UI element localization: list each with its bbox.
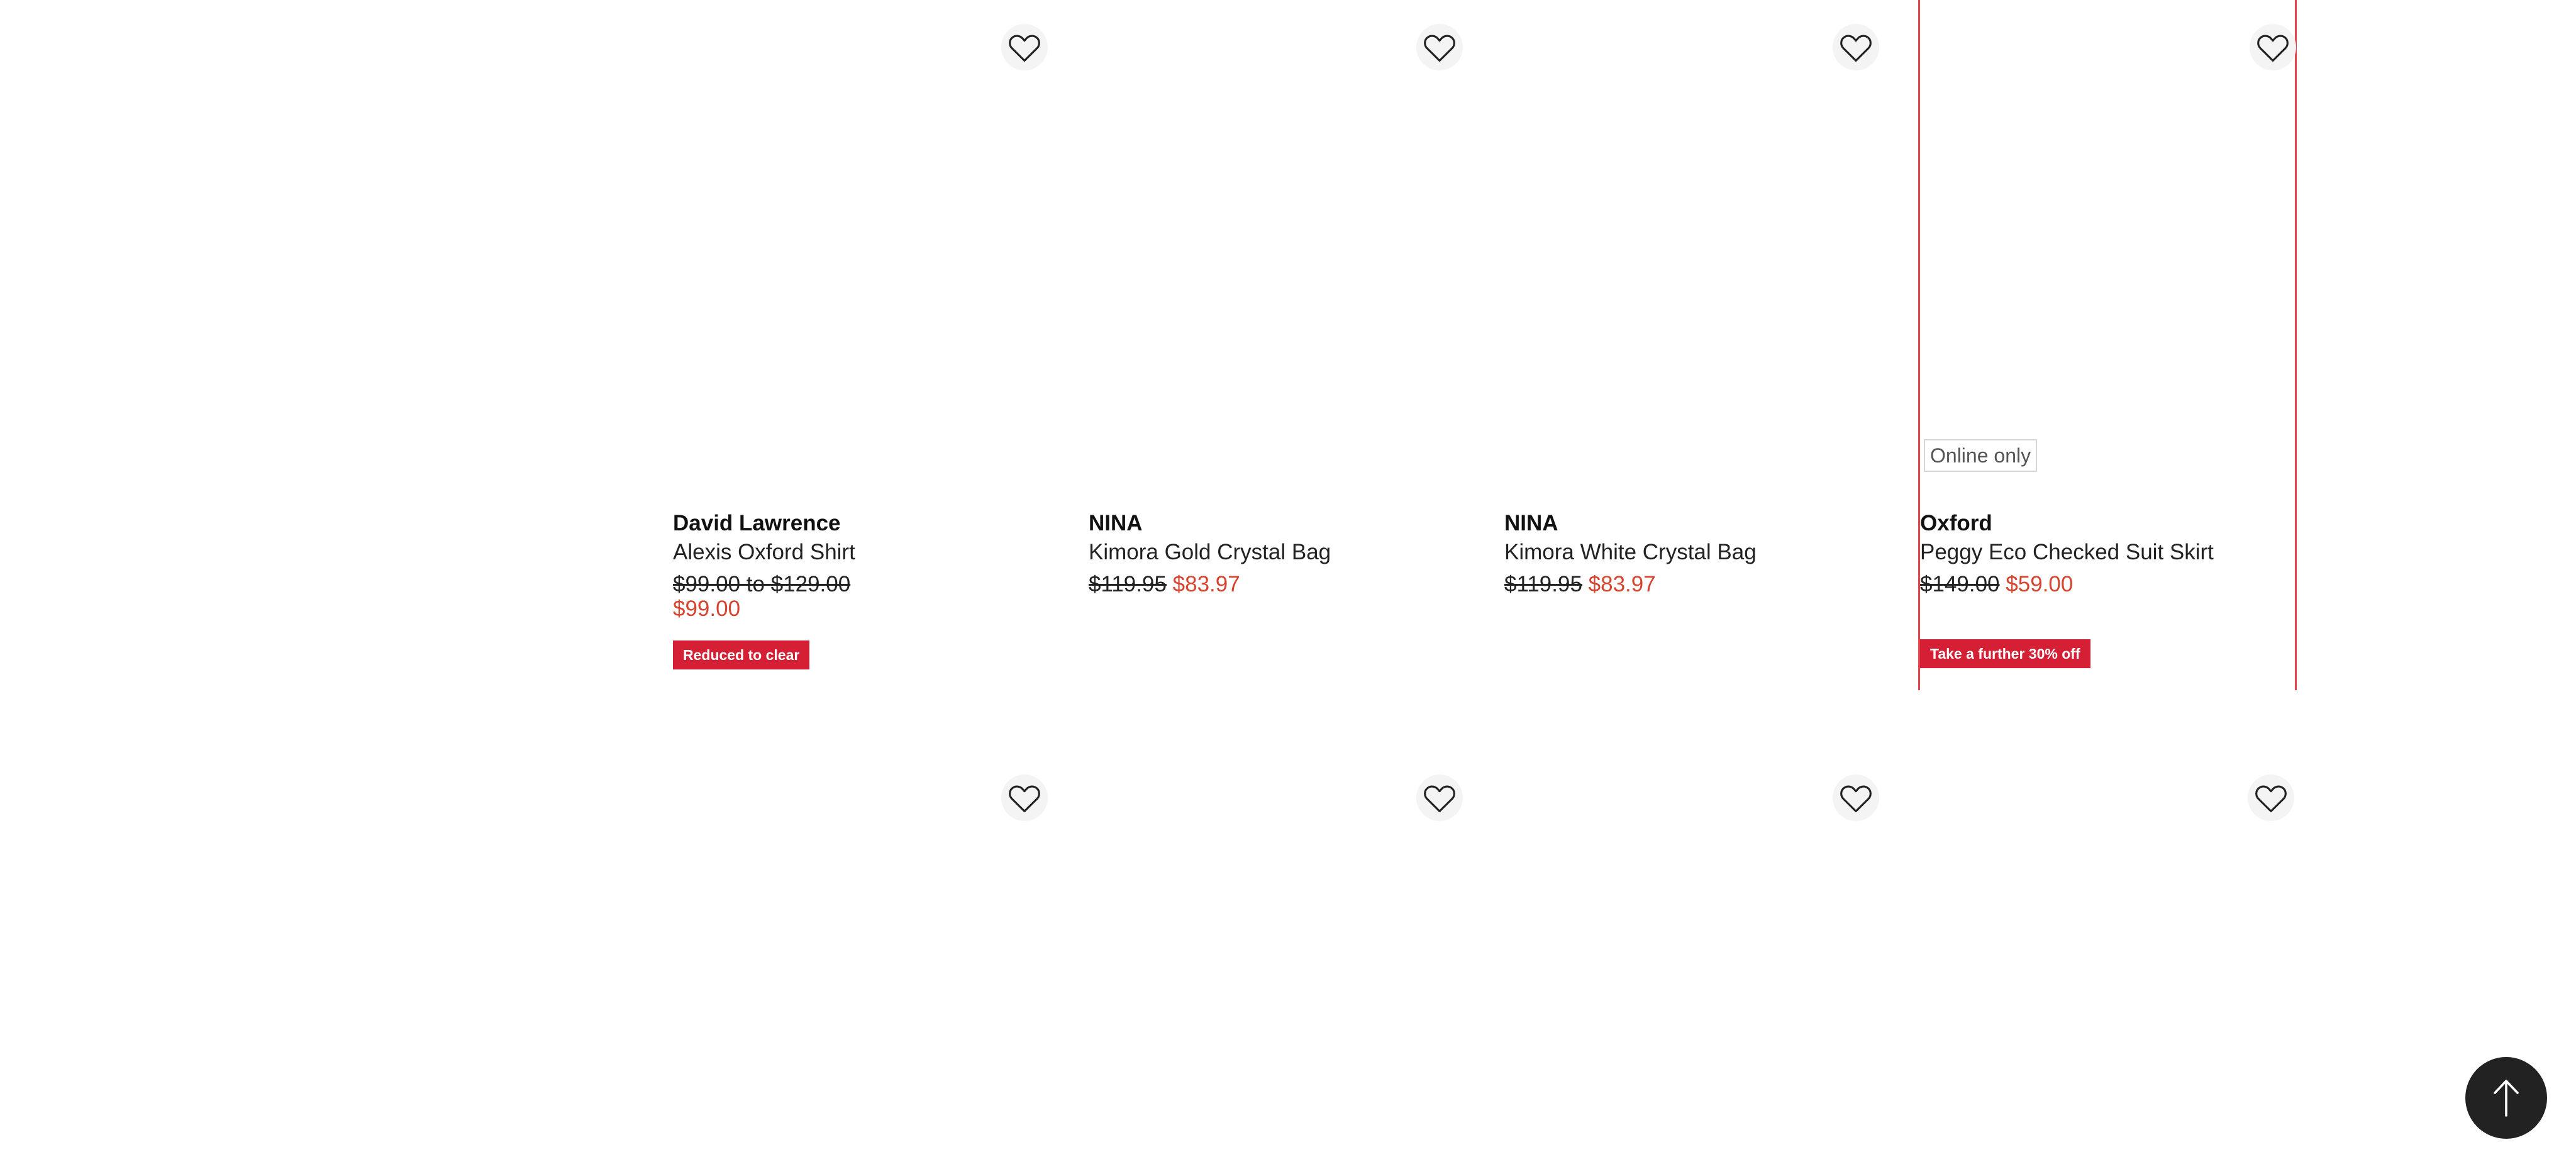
wishlist-button[interactable] <box>2250 24 2296 70</box>
online-only-badge: Online only <box>1924 439 2038 472</box>
was-price: $99.00 to $129.00 <box>673 572 851 596</box>
wishlist-button[interactable] <box>1001 775 1048 821</box>
wishlist-button[interactable] <box>2248 775 2294 821</box>
product-card[interactable]: David Lawrence Alexis Oxford Shirt $99.0… <box>673 0 1048 690</box>
price-row: $119.95 $83.97 <box>1504 571 1879 598</box>
product-card[interactable]: NINA Kimora Gold Crystal Bag $119.95 $83… <box>1089 0 1463 690</box>
product-info: Oxford Peggy Eco Checked Suit Skirt $149… <box>1920 510 2295 668</box>
promo-badge[interactable]: Take a further 30% off <box>1920 639 2090 668</box>
price-row: $119.95 $83.97 <box>1089 571 1463 598</box>
wishlist-button[interactable] <box>1416 24 1463 70</box>
heart-outline-icon <box>2257 35 2289 62</box>
product-brand: Oxford <box>1920 511 1992 535</box>
product-info: NINA Kimora Gold Crystal Bag $119.95 $83… <box>1089 510 1463 598</box>
product-card[interactable]: Online only Oxford Peggy Eco Checked Sui… <box>1918 0 2297 690</box>
now-price: $83.97 <box>1172 572 1240 596</box>
product-name[interactable]: Peggy Eco Checked Suit Skirt <box>1920 537 2295 568</box>
product-card[interactable] <box>1504 749 1879 1169</box>
heart-outline-icon <box>1424 785 1455 812</box>
heart-outline-icon <box>1009 785 1040 812</box>
arrow-up-icon <box>2494 1080 2519 1117</box>
wishlist-button[interactable] <box>1833 24 1879 70</box>
product-card[interactable] <box>673 749 1048 1169</box>
heart-outline-icon <box>1840 785 1872 812</box>
product-name[interactable]: Alexis Oxford Shirt <box>673 537 1048 568</box>
product-card[interactable]: NINA Kimora White Crystal Bag $119.95 $8… <box>1504 0 1879 690</box>
product-card[interactable] <box>1089 749 1463 1169</box>
price-row: $149.00 $59.00 <box>1920 571 2295 598</box>
heart-outline-icon <box>1424 35 1455 62</box>
promo-badge[interactable]: Reduced to clear <box>673 640 810 669</box>
price-row: $99.00 to $129.00 <box>673 571 1048 598</box>
wishlist-button[interactable] <box>1001 24 1048 70</box>
heart-outline-icon <box>2255 785 2287 812</box>
wishlist-button[interactable] <box>1833 775 1879 821</box>
product-info: David Lawrence Alexis Oxford Shirt $99.0… <box>673 510 1048 669</box>
product-name[interactable]: Kimora Gold Crystal Bag <box>1089 537 1463 568</box>
was-price: $149.00 <box>1920 572 2000 596</box>
product-brand: David Lawrence <box>673 511 841 535</box>
product-name[interactable]: Kimora White Crystal Bag <box>1504 537 1879 568</box>
was-price: $119.95 <box>1089 572 1167 596</box>
product-brand: NINA <box>1089 511 1143 535</box>
now-price: $83.97 <box>1588 572 1656 596</box>
heart-outline-icon <box>1009 35 1040 62</box>
heart-outline-icon <box>1840 35 1872 62</box>
back-to-top-button[interactable] <box>2465 1057 2547 1139</box>
now-price: $59.00 <box>2006 572 2074 596</box>
product-card[interactable] <box>1920 749 2295 1169</box>
wishlist-button[interactable] <box>1416 775 1463 821</box>
product-brand: NINA <box>1504 511 1558 535</box>
was-price: $119.95 <box>1504 572 1582 596</box>
product-info: NINA Kimora White Crystal Bag $119.95 $8… <box>1504 510 1879 598</box>
now-price: $99.00 <box>673 596 741 621</box>
